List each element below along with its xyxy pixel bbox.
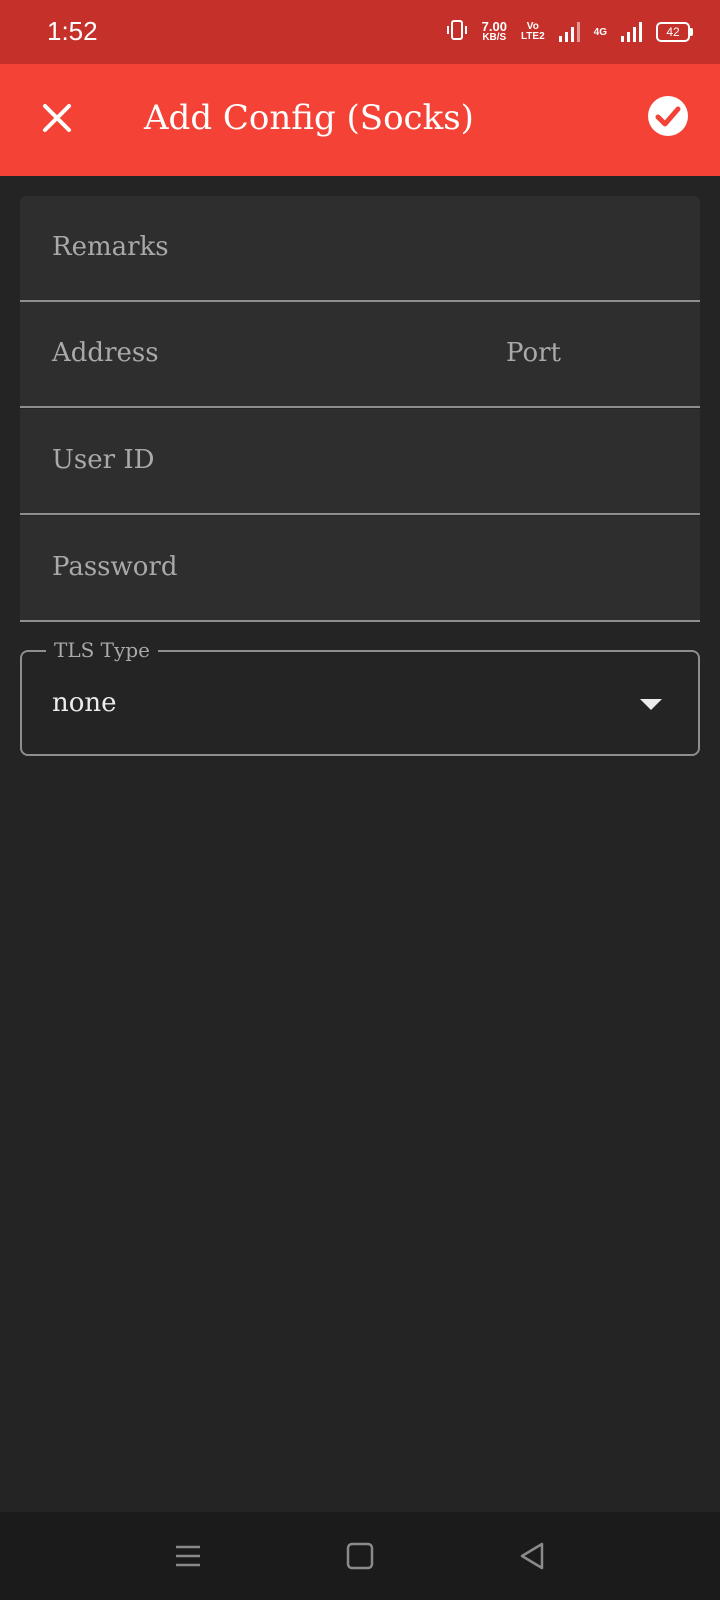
network-type: 4G bbox=[594, 27, 607, 38]
home-icon[interactable] bbox=[342, 1538, 378, 1574]
password-field[interactable]: Password bbox=[20, 516, 700, 622]
remarks-placeholder: Remarks bbox=[52, 232, 169, 262]
status-bar: 1:52 7.00 KB/S Vo LTE2 4G 42 bbox=[0, 0, 720, 64]
vibrate-icon bbox=[446, 19, 468, 46]
save-button[interactable] bbox=[642, 92, 694, 144]
volte-bottom: LTE2 bbox=[520, 31, 545, 42]
tls-type-label: TLS Type bbox=[46, 638, 158, 662]
address-field[interactable]: Address bbox=[52, 338, 159, 368]
battery-level: 42 bbox=[666, 25, 680, 39]
battery-icon: 42 bbox=[656, 22, 693, 42]
dropdown-arrow-icon bbox=[640, 696, 662, 715]
system-nav-bar bbox=[0, 1512, 720, 1600]
speed-unit: KB/S bbox=[482, 32, 507, 43]
signal-icon bbox=[558, 22, 580, 42]
menu-icon[interactable] bbox=[170, 1538, 206, 1574]
volte-indicator: Vo LTE2 bbox=[521, 22, 545, 42]
network-speed: 7.00 KB/S bbox=[481, 19, 507, 43]
tls-type-value: none bbox=[52, 688, 117, 718]
remarks-field[interactable]: Remarks bbox=[20, 196, 700, 302]
page-title: Add Config (Socks) bbox=[144, 98, 474, 138]
check-circle-icon bbox=[647, 95, 689, 141]
speed-value: 7.00 bbox=[481, 19, 507, 34]
tls-type-select[interactable]: TLS Type none bbox=[20, 638, 700, 756]
user-id-placeholder: User ID bbox=[52, 445, 155, 475]
back-icon[interactable] bbox=[514, 1538, 550, 1574]
close-button[interactable] bbox=[32, 95, 82, 145]
close-icon bbox=[42, 103, 72, 137]
address-port-row: Address Port bbox=[20, 302, 700, 408]
status-time: 1:52 bbox=[47, 16, 98, 46]
user-id-field[interactable]: User ID bbox=[20, 409, 700, 515]
app-bar: Add Config (Socks) bbox=[0, 64, 720, 176]
status-icons: 7.00 KB/S Vo LTE2 4G 42 bbox=[446, 18, 693, 46]
network-label: 4G bbox=[593, 26, 607, 38]
port-field[interactable]: Port bbox=[506, 338, 561, 368]
password-placeholder: Password bbox=[52, 552, 178, 582]
signal-icon bbox=[621, 22, 642, 42]
